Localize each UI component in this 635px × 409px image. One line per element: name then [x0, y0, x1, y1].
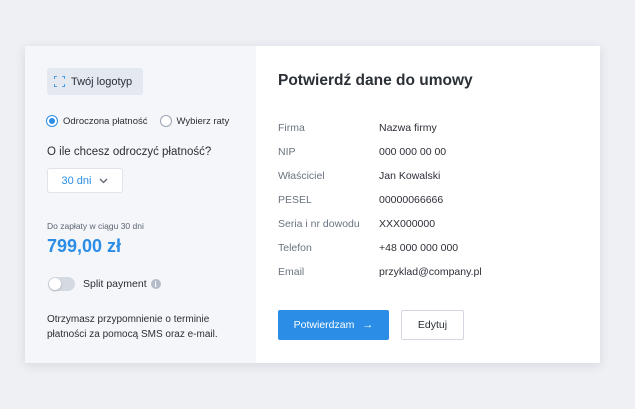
split-payment-row: Split payment i — [48, 277, 161, 291]
split-payment-label: Split payment — [83, 278, 147, 290]
field-value: XXX000000 — [379, 218, 436, 230]
field-label: Seria i nr dowodu — [278, 218, 360, 230]
confirm-button-label: Potwierdzam — [293, 319, 355, 331]
radio-selected-icon[interactable] — [46, 115, 58, 127]
field-value: 00000066666 — [379, 194, 444, 206]
payment-type-options: Odroczona płatność Wybierz raty — [46, 115, 241, 127]
field-label: Email — [278, 266, 305, 278]
field-row-owner: Właściciel Jan Kowalski — [278, 164, 578, 188]
contract-fields: Firma Nazwa firmy NIP 000 000 00 00 Właś… — [278, 116, 578, 284]
due-label: Do zapłaty w ciągu 30 dni — [47, 221, 144, 231]
field-row-id-document: Seria i nr dowodu XXX000000 — [278, 212, 578, 236]
field-value: Nazwa firmy — [379, 122, 437, 134]
chevron-down-icon — [100, 178, 108, 183]
field-label: Firma — [278, 122, 305, 134]
radio-label: Odroczona płatność — [63, 115, 148, 127]
logo-placeholder: Twój logotyp — [47, 68, 143, 95]
info-icon[interactable]: i — [150, 279, 161, 289]
contract-card: Twój logotyp Odroczona płatność Wybierz … — [25, 46, 600, 363]
field-label: NIP — [278, 146, 296, 158]
field-label: Właściciel — [278, 170, 325, 182]
field-row-company: Firma Nazwa firmy — [278, 116, 578, 140]
radio-label: Wybierz raty — [176, 115, 230, 127]
field-label: PESEL — [278, 194, 312, 206]
edit-button[interactable]: Edytuj — [401, 310, 464, 340]
arrow-right-icon: → — [362, 319, 374, 331]
logo-label: Twój logotyp — [71, 75, 133, 88]
field-value: +48 000 000 000 — [379, 242, 459, 254]
field-row-email: Email przyklad@company.pl — [278, 260, 578, 284]
payment-panel: Twój logotyp Odroczona płatność Wybierz … — [25, 46, 256, 363]
deferral-select[interactable]: 30 dni — [47, 168, 123, 193]
contract-details-panel: Potwierdź dane do umowy Firma Nazwa firm… — [256, 46, 600, 363]
radio-installments[interactable]: Wybierz raty — [159, 115, 230, 127]
split-payment-toggle[interactable] — [48, 277, 75, 291]
radio-unselected-icon[interactable] — [159, 115, 172, 127]
edit-button-label: Edytuj — [417, 319, 448, 331]
deferral-select-value: 30 dni — [61, 174, 92, 187]
radio-deferred-payment[interactable]: Odroczona płatność — [46, 115, 148, 127]
field-row-nip: NIP 000 000 00 00 — [278, 140, 578, 164]
field-label: Telefon — [278, 242, 312, 254]
field-row-phone: Telefon +48 000 000 000 — [278, 236, 578, 260]
field-value: Jan Kowalski — [379, 170, 441, 182]
field-value: przyklad@company.pl — [379, 266, 482, 278]
confirm-button[interactable]: Potwierdzam → — [278, 310, 389, 340]
page-title: Potwierdź dane do umowy — [278, 72, 473, 89]
amount-due: 799,00 zł — [47, 236, 122, 256]
field-value: 000 000 00 00 — [379, 146, 447, 158]
deferral-question: O ile chcesz odroczyć płatność? — [47, 146, 212, 158]
field-row-pesel: PESEL 00000066666 — [278, 188, 578, 212]
reminder-text: Otrzymasz przypomnienie o terminie płatn… — [47, 314, 218, 340]
logo-placeholder-icon — [54, 76, 65, 87]
